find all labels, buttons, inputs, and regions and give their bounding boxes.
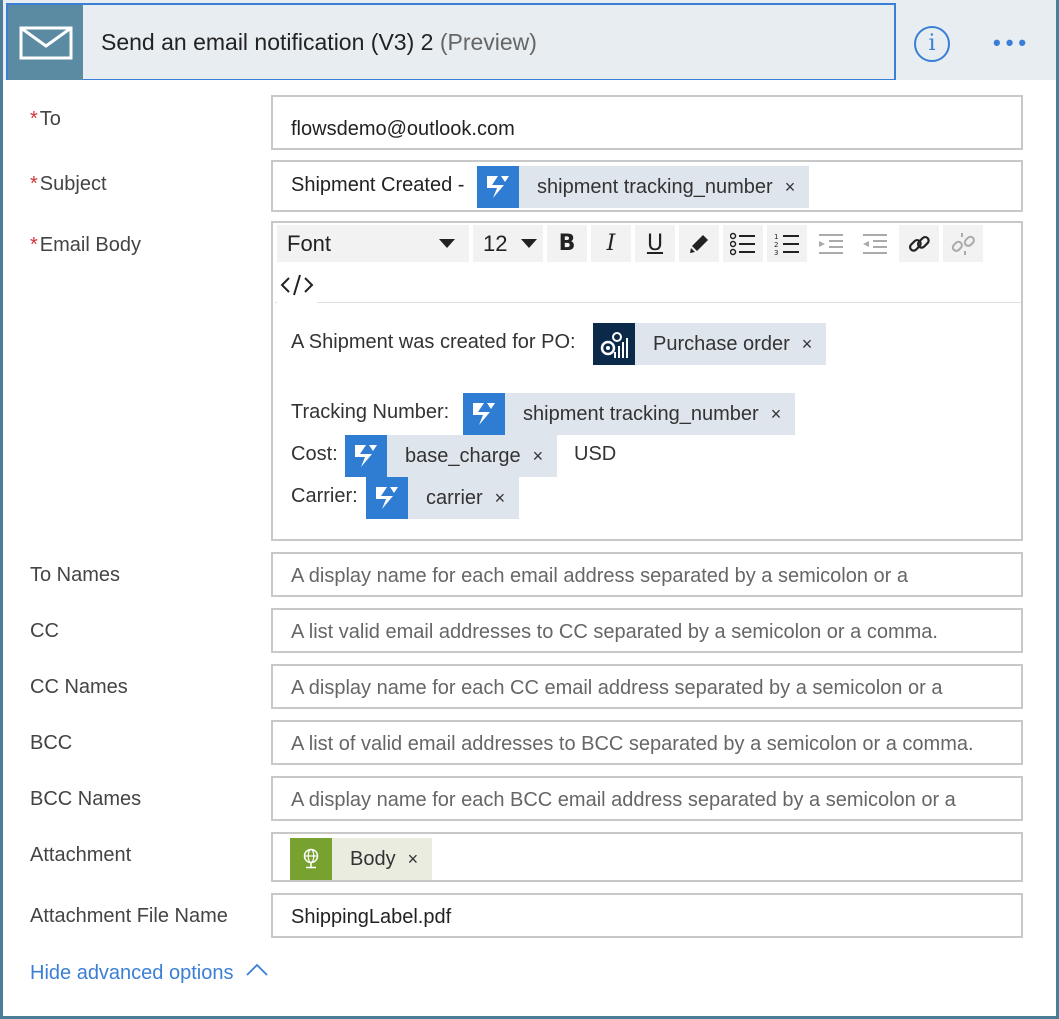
subject-label: * Subject [30,173,107,195]
token-remove-icon[interactable]: × [396,849,433,870]
required-marker: * [30,234,38,256]
italic-icon[interactable]: I [591,225,631,262]
required-marker: * [30,108,38,130]
card-header[interactable]: Send an email notification (V3) 2 (Previ… [3,0,1056,80]
token-remove-icon[interactable]: × [790,334,827,355]
token-label: base_charge [405,444,521,467]
unlink-icon[interactable] [943,225,983,262]
svg-text:3: 3 [774,249,778,256]
attachment-field[interactable]: Body × [271,832,1023,882]
info-icon[interactable]: i [914,26,950,62]
bcc-names-field[interactable]: A display name for each BCC email addres… [271,776,1023,821]
to-names-placeholder: A display name for each email address se… [291,565,909,587]
cost-label: Cost: [291,443,338,465]
email-body-editor[interactable]: Font 12 B I U 123 A Shipment was created… [271,221,1023,541]
token-label: shipment tracking_number [537,175,773,198]
cc-placeholder: A list valid email addresses to CC separ… [291,621,938,643]
subject-token[interactable]: shipment tracking_number × [477,166,810,208]
preview-tag: (Preview) [439,29,537,55]
svg-text:1: 1 [774,233,778,241]
bcc-label: BCC [30,732,73,754]
link-icon[interactable] [899,225,939,262]
to-label: * To [30,108,61,130]
cc-names-label: CC Names [30,676,128,698]
font-size-dropdown[interactable]: 12 [473,225,543,262]
attachment-label: Attachment [30,844,132,866]
mail-icon [8,5,83,80]
chevron-up-icon [246,963,268,976]
email-action-card: Send an email notification (V3) 2 (Previ… [0,0,1059,1019]
chevron-down-icon [439,239,455,248]
token-label: shipment tracking_number [523,402,759,425]
bcc-names-label: BCC Names [30,788,142,810]
bcc-names-placeholder: A display name for each BCC email addres… [291,789,956,811]
svg-text:2: 2 [774,241,778,249]
shippo-icon [366,477,408,519]
subject-prefix: Shipment Created - [291,174,465,196]
attachment-file-name-value: ShippingLabel.pdf [291,906,452,928]
bold-icon[interactable]: B [547,225,587,262]
token-remove-icon[interactable]: × [773,177,810,198]
chevron-down-icon [521,239,537,248]
bullet-list-icon[interactable] [723,225,763,262]
body-line-po: A Shipment was created for PO: [291,331,576,353]
token-remove-icon[interactable]: × [521,446,558,467]
underline-icon[interactable]: U [635,225,675,262]
shippo-icon [477,166,519,208]
attachment-file-name-label: Attachment File Name [30,905,228,927]
card-title-text: Send an email notification (V3) 2 [101,29,434,55]
email-body-label: * Email Body [30,234,141,256]
card-title[interactable]: Send an email notification (V3) 2 (Previ… [101,29,537,56]
decrease-indent-icon[interactable] [811,225,851,262]
cost-currency: USD [574,443,617,465]
tracking-label: Tracking Number: [291,401,450,423]
required-marker: * [30,173,38,195]
to-value: flowsdemo@outlook.com [291,118,515,140]
attachment-token[interactable]: Body × [290,838,433,880]
shippo-icon [345,435,387,477]
carrier-label: Carrier: [291,485,358,507]
token-label: Body [350,847,396,870]
po-token[interactable]: Purchase order × [593,323,827,365]
token-remove-icon[interactable]: × [483,488,520,509]
font-color-icon[interactable] [679,225,719,262]
tracking-token[interactable]: shipment tracking_number × [463,393,796,435]
token-remove-icon[interactable]: × [759,404,796,425]
http-globe-icon [290,838,332,880]
bcc-field[interactable]: A list of valid email addresses to BCC s… [271,720,1023,765]
to-names-field[interactable]: A display name for each email address se… [271,552,1023,597]
to-field[interactable]: flowsdemo@outlook.com [271,95,1023,150]
cc-field[interactable]: A list valid email addresses to CC separ… [271,608,1023,653]
code-view-icon[interactable] [277,266,317,303]
subject-field[interactable]: Shipment Created - shipment tracking_num… [271,160,1023,212]
token-label: Purchase order [653,332,790,355]
editor-toolbar: Font 12 B I U 123 [275,225,1021,303]
numbered-list-icon[interactable]: 123 [767,225,807,262]
token-label: carrier [426,486,483,509]
font-dropdown[interactable]: Font [277,225,469,262]
carrier-token[interactable]: carrier × [366,477,520,519]
more-options-icon[interactable]: ••• [993,30,1031,56]
bcc-placeholder: A list of valid email addresses to BCC s… [291,733,974,755]
cc-names-field[interactable]: A display name for each CC email address… [271,664,1023,709]
hide-advanced-options-link[interactable]: Hide advanced options [30,962,269,985]
increase-indent-icon[interactable] [855,225,895,262]
cc-names-placeholder: A display name for each CC email address… [291,677,943,699]
cc-label: CC [30,620,59,642]
cost-token[interactable]: base_charge × [345,435,558,477]
to-names-label: To Names [30,564,121,586]
shippo-icon [463,393,505,435]
dynamics-ops-icon [593,323,635,365]
attachment-file-name-field[interactable]: ShippingLabel.pdf [271,893,1023,938]
